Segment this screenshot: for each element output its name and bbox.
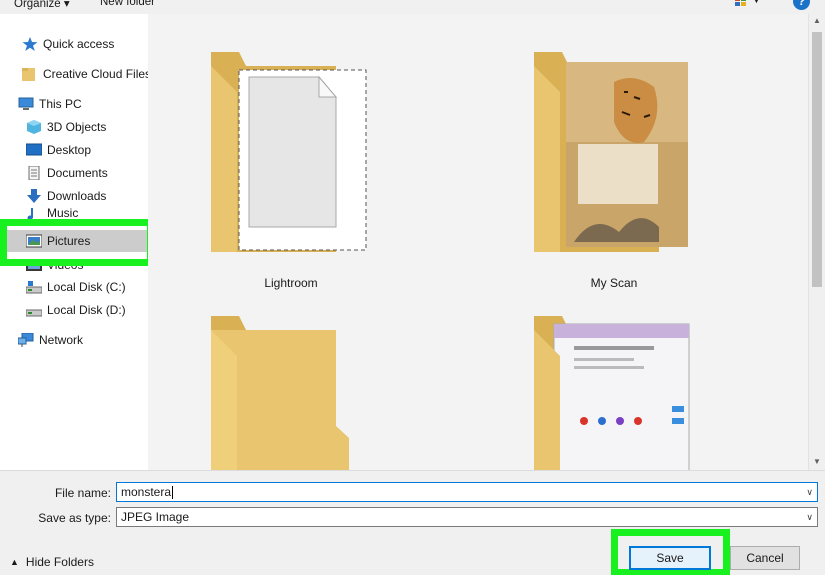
nav-item-label: Downloads bbox=[47, 189, 107, 203]
nav-item-creative-cloud-files[interactable]: Creative Cloud Files F bbox=[0, 63, 148, 85]
file-name-label: File name: bbox=[54, 486, 111, 500]
view-options-chevron-icon[interactable]: ▼ bbox=[752, 0, 761, 5]
nav-item-music[interactable]: Music bbox=[0, 206, 148, 220]
save-options-panel: File name: monstera ∨ Save as type: JPEG… bbox=[0, 470, 825, 575]
desktop-icon bbox=[26, 143, 42, 156]
nav-item-label: Local Disk (D:) bbox=[47, 303, 126, 317]
nav-item-label: Creative Cloud Files F bbox=[43, 67, 148, 81]
folder-item[interactable] bbox=[191, 306, 391, 470]
folder-icon bbox=[211, 316, 349, 470]
nav-item-label: Documents bbox=[47, 166, 108, 180]
scrollbar-thumb[interactable] bbox=[812, 32, 822, 287]
save-as-type-select[interactable]: JPEG Image ∨ bbox=[116, 507, 818, 527]
nav-item-this-pc[interactable]: This PC bbox=[0, 93, 148, 115]
vertical-scrollbar[interactable]: ▲ ▼ bbox=[808, 14, 825, 470]
chevron-down-icon[interactable]: ∨ bbox=[806, 508, 813, 526]
cancel-button[interactable]: Cancel bbox=[730, 546, 800, 570]
pictures-highlight-box bbox=[0, 219, 154, 266]
music-note-icon bbox=[27, 208, 33, 220]
folder-name: Lightroom bbox=[264, 276, 318, 290]
nav-item-local-disk-c[interactable]: Local Disk (C:) bbox=[0, 276, 148, 298]
folder-my-scan[interactable]: My Scan bbox=[514, 22, 714, 302]
save-as-type-value: JPEG Image bbox=[121, 510, 190, 524]
change-view-icon[interactable] bbox=[735, 0, 747, 6]
nav-item-label: 3D Objects bbox=[47, 120, 107, 134]
drive-icon bbox=[26, 281, 42, 294]
nav-item-3d-objects[interactable]: 3D Objects bbox=[0, 116, 148, 138]
folder-icon bbox=[534, 52, 688, 252]
organize-menu-button[interactable]: Organize ▾ bbox=[14, 0, 70, 10]
folder-lightroom[interactable]: Lightroom bbox=[191, 22, 391, 302]
nav-item-label: Network bbox=[39, 333, 84, 347]
nav-item-label: Desktop bbox=[47, 143, 92, 157]
network-icon bbox=[18, 333, 34, 347]
folder-icon bbox=[22, 68, 35, 81]
folder-item[interactable] bbox=[514, 306, 714, 470]
chevron-up-icon: ▲ bbox=[10, 557, 19, 567]
chevron-down-icon[interactable]: ∨ bbox=[806, 483, 813, 501]
nav-item-label: Quick access bbox=[43, 37, 115, 51]
nav-item-local-disk-d[interactable]: Local Disk (D:) bbox=[0, 299, 148, 321]
star-icon bbox=[22, 37, 38, 51]
file-list-pane: Lightroom My Scan bbox=[148, 14, 810, 470]
hide-folders-button[interactable]: ▲ Hide Folders bbox=[10, 555, 94, 569]
save-as-type-label: Save as type: bbox=[38, 511, 111, 525]
document-icon bbox=[28, 166, 40, 180]
nav-item-desktop[interactable]: Desktop bbox=[0, 139, 148, 161]
nav-item-quick-access[interactable]: Quick access bbox=[0, 33, 148, 55]
text-cursor bbox=[172, 486, 174, 500]
command-bar: Organize ▾ New folder ▼ ? bbox=[0, 0, 825, 14]
folder-icon bbox=[534, 316, 690, 470]
new-folder-button[interactable]: New folder bbox=[100, 0, 155, 8]
help-icon[interactable]: ? bbox=[793, 0, 810, 10]
nav-item-network[interactable]: Network bbox=[0, 329, 148, 351]
nav-item-documents[interactable]: Documents bbox=[0, 162, 148, 184]
computer-icon bbox=[18, 97, 34, 110]
nav-item-downloads[interactable]: Downloads bbox=[0, 185, 148, 207]
scroll-down-icon[interactable]: ▼ bbox=[813, 457, 821, 466]
scroll-up-icon[interactable]: ▲ bbox=[813, 16, 821, 25]
folder-name: My Scan bbox=[590, 276, 638, 290]
cube-icon bbox=[27, 120, 41, 134]
file-name-value: monstera bbox=[121, 485, 172, 499]
nav-item-label: This PC bbox=[39, 97, 82, 111]
folder-icon bbox=[211, 52, 367, 252]
nav-item-label: Local Disk (C:) bbox=[47, 280, 126, 294]
drive-icon bbox=[26, 309, 42, 317]
download-arrow-icon bbox=[27, 189, 41, 203]
hide-folders-label: Hide Folders bbox=[25, 555, 94, 569]
save-button[interactable]: Save bbox=[629, 546, 711, 570]
nav-item-label: Music bbox=[47, 206, 79, 220]
file-name-input[interactable]: monstera ∨ bbox=[116, 482, 818, 502]
